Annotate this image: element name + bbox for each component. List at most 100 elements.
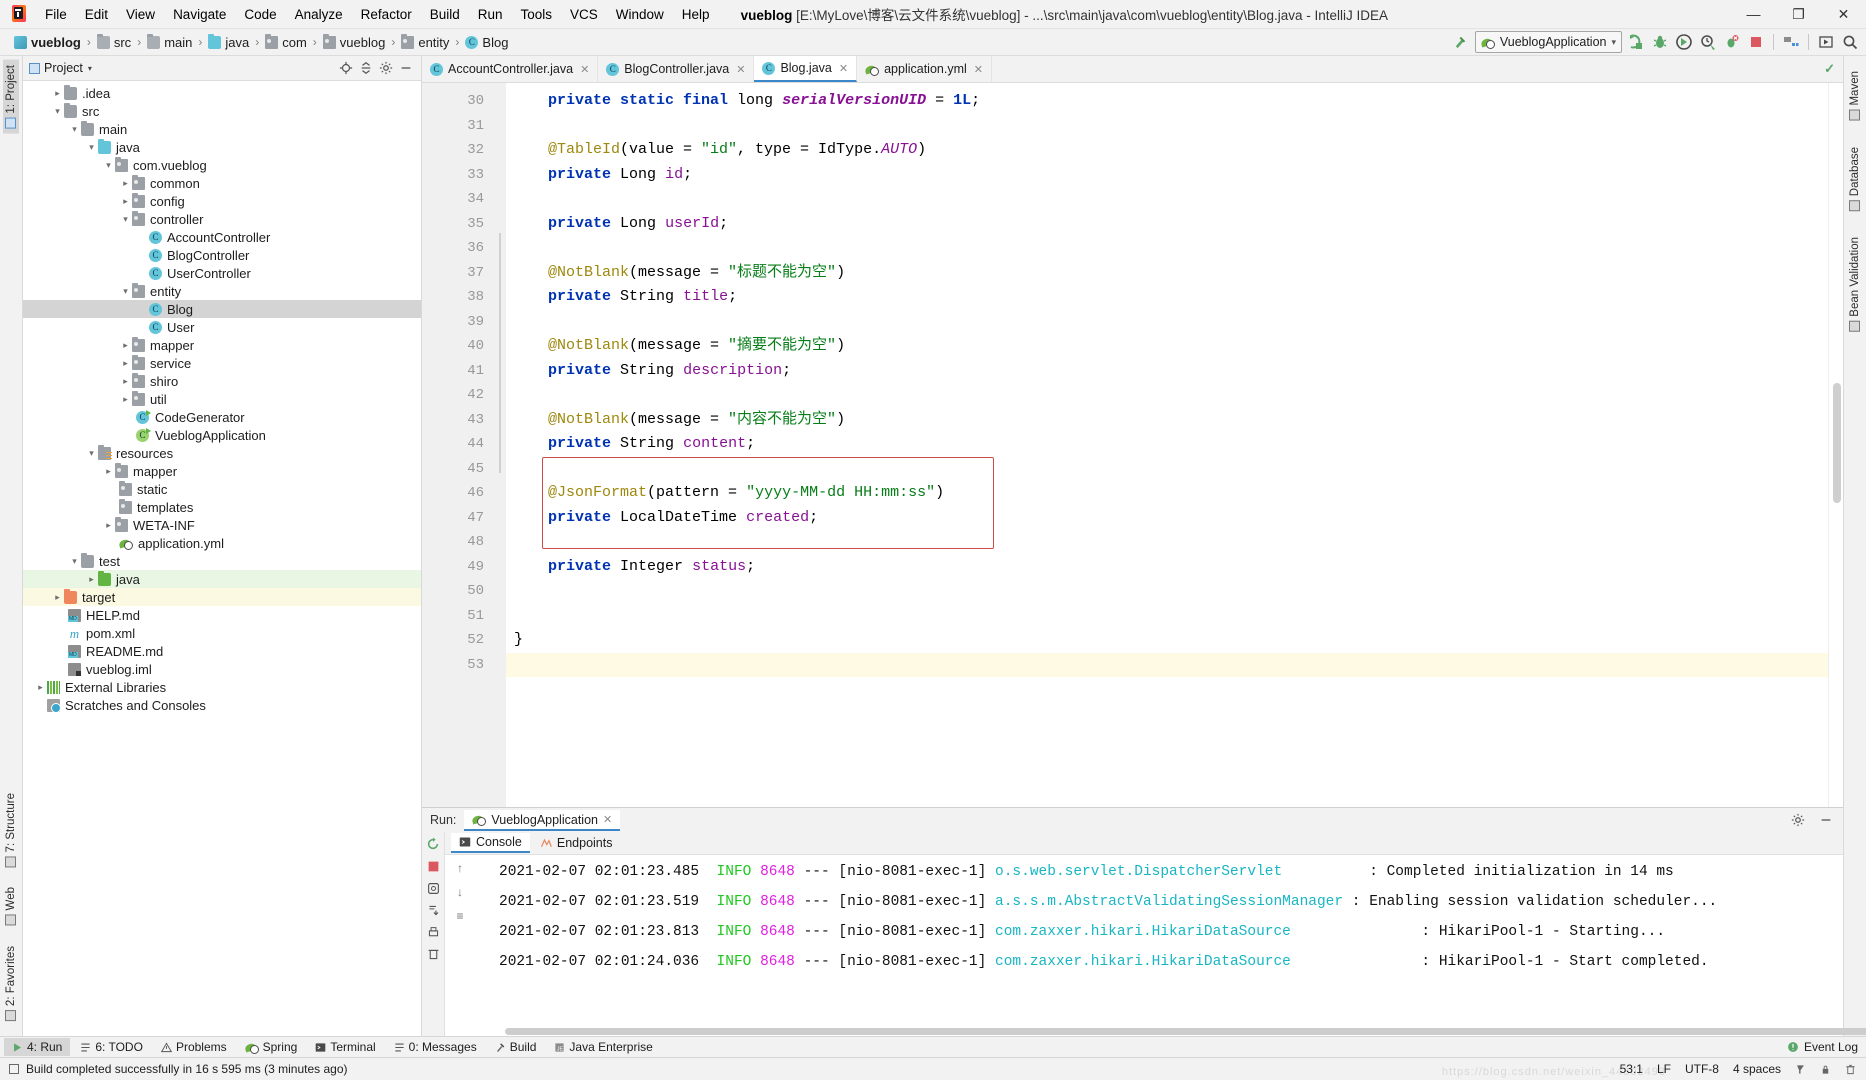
chevron-right-icon[interactable] [34, 682, 47, 693]
tree-node-java-main[interactable]: java [23, 138, 421, 156]
breadcrumb-item-main[interactable]: main [143, 33, 196, 51]
tree-node-scratches[interactable]: Scratches and Consoles [23, 696, 421, 714]
debug-button[interactable] [1650, 32, 1670, 52]
tool-window-run[interactable]: 4: Run [4, 1038, 71, 1056]
chevron-right-icon[interactable] [102, 520, 115, 531]
close-icon[interactable]: ✕ [839, 62, 848, 75]
chevron-down-icon[interactable] [68, 556, 81, 567]
tree-node-blogcontroller[interactable]: C BlogController [23, 246, 421, 264]
tool-window-problems[interactable]: Problems [153, 1038, 235, 1056]
chevron-down-icon[interactable] [119, 214, 132, 225]
tree-node-vueblogapplication[interactable]: C VueblogApplication [23, 426, 421, 444]
close-icon[interactable]: ✕ [974, 63, 983, 76]
build-hammer-icon[interactable] [1451, 32, 1471, 52]
dump-threads-icon[interactable] [427, 882, 440, 895]
lock-icon[interactable] [1820, 1064, 1831, 1075]
tool-window-database[interactable]: Database [1847, 142, 1863, 216]
collapse-all-icon[interactable] [357, 59, 375, 77]
tree-node-entity[interactable]: entity [23, 282, 421, 300]
tool-window-java-enterprise[interactable]: JE Java Enterprise [546, 1038, 660, 1056]
tab-endpoints[interactable]: Endpoints [532, 834, 621, 852]
menu-tools[interactable]: Tools [512, 4, 562, 25]
close-button[interactable]: ✕ [1821, 0, 1866, 28]
code-editor[interactable]: 30 31 32 33 34 35 36 37 38 39 40 41 42 4… [422, 83, 1843, 807]
menu-window[interactable]: Window [607, 4, 673, 25]
rerun-icon[interactable] [426, 837, 440, 851]
editor-scrollbar[interactable] [1828, 83, 1843, 807]
project-tree[interactable]: .idea src main java com.vueblog common c… [23, 81, 421, 1036]
chevron-right-icon[interactable] [85, 574, 98, 585]
chevron-down-icon[interactable]: ▾ [88, 64, 92, 73]
file-encoding[interactable]: UTF-8 [1685, 1062, 1719, 1076]
console-horizontal-scrollbar[interactable] [445, 1027, 1866, 1036]
tree-node-vueblog-iml[interactable]: vueblog.iml [23, 660, 421, 678]
menu-refactor[interactable]: Refactor [352, 4, 421, 25]
tree-node-com-vueblog[interactable]: com.vueblog [23, 156, 421, 174]
run-config-tab[interactable]: VueblogApplication ✕ [464, 809, 621, 831]
editor-tab-blog[interactable]: C Blog.java ✕ [754, 56, 858, 82]
close-icon[interactable]: ✕ [736, 63, 745, 76]
chevron-down-icon[interactable] [51, 106, 64, 117]
line-separator[interactable]: LF [1657, 1062, 1671, 1076]
log-logger[interactable]: o.s.web.servlet.DispatcherServlet [995, 864, 1282, 880]
breadcrumb-item-blog[interactable]: C Blog [461, 34, 512, 51]
tree-node-controller[interactable]: controller [23, 210, 421, 228]
tool-window-web[interactable]: Web [3, 882, 19, 930]
chevron-right-icon[interactable] [119, 376, 132, 387]
menu-build[interactable]: Build [421, 4, 469, 25]
tree-node-static[interactable]: static [23, 480, 421, 498]
close-icon[interactable]: ✕ [603, 813, 612, 826]
breadcrumb-item-src[interactable]: src [93, 33, 135, 51]
tree-node-java-test[interactable]: java [23, 570, 421, 588]
editor-tab-accountcontroller[interactable]: C AccountController.java ✕ [422, 56, 599, 82]
event-log-button[interactable]: Event Log [1787, 1040, 1858, 1054]
tree-node-readme-md[interactable]: README.md [23, 642, 421, 660]
run-button[interactable] [1626, 32, 1646, 52]
vcs-branch-icon[interactable] [1795, 1064, 1806, 1075]
profile-button[interactable] [1698, 32, 1718, 52]
tree-node-util[interactable]: util [23, 390, 421, 408]
editor-tab-application-yml[interactable]: application.yml ✕ [857, 56, 992, 82]
log-logger[interactable]: a.s.s.m.AbstractValidatingSessionManager [995, 894, 1343, 910]
locate-icon[interactable] [337, 59, 355, 77]
chevron-right-icon[interactable] [119, 178, 132, 189]
stop-bug-icon[interactable] [1722, 32, 1742, 52]
tree-node-common[interactable]: common [23, 174, 421, 192]
code-folding-gutter[interactable] [494, 83, 506, 807]
tree-node-blog[interactable]: C Blog [23, 300, 421, 318]
tree-node-templates[interactable]: templates [23, 498, 421, 516]
editor-tab-blogcontroller[interactable]: C BlogController.java ✕ [598, 56, 755, 82]
tool-window-spring[interactable]: Spring [237, 1038, 306, 1056]
chevron-right-icon[interactable] [119, 196, 132, 207]
menu-edit[interactable]: Edit [76, 4, 117, 25]
chevron-right-icon[interactable] [119, 340, 132, 351]
gear-icon[interactable] [1789, 811, 1807, 829]
chevron-right-icon[interactable] [102, 466, 115, 477]
chevron-right-icon[interactable] [119, 394, 132, 405]
tree-node-usercontroller[interactable]: C UserController [23, 264, 421, 282]
menu-view[interactable]: View [117, 4, 164, 25]
scroll-to-end-icon[interactable] [427, 904, 440, 917]
menu-help[interactable]: Help [673, 4, 719, 25]
tree-node-idea[interactable]: .idea [23, 84, 421, 102]
scrollbar-thumb[interactable] [1833, 383, 1841, 503]
tool-window-structure[interactable]: 7: Structure [3, 788, 19, 872]
tree-node-target[interactable]: target [23, 588, 421, 606]
tool-window-favorites[interactable]: 2: Favorites [3, 941, 19, 1026]
minimize-button[interactable]: — [1731, 0, 1776, 28]
tree-node-resources[interactable]: resources [23, 444, 421, 462]
trash-icon[interactable] [1845, 1064, 1856, 1075]
tool-window-terminal[interactable]: Terminal [307, 1038, 383, 1056]
chevron-down-icon[interactable] [102, 160, 115, 171]
tree-node-accountcontroller[interactable]: C AccountController [23, 228, 421, 246]
chevron-down-icon[interactable] [85, 142, 98, 153]
chevron-down-icon[interactable] [119, 286, 132, 297]
console-output[interactable]: 2021-02-07 02:01:23.485 INFO 8648 --- [n… [475, 855, 1843, 1027]
project-structure-button[interactable] [1781, 32, 1801, 52]
log-logger[interactable]: com.zaxxer.hikari.HikariDataSource [995, 924, 1291, 940]
tool-window-build[interactable]: Build [487, 1038, 545, 1056]
log-logger[interactable]: com.zaxxer.hikari.HikariDataSource [995, 954, 1291, 970]
tree-node-mapper[interactable]: mapper [23, 336, 421, 354]
search-everywhere-icon[interactable] [1840, 32, 1860, 52]
run-configuration-selector[interactable]: VueblogApplication ▾ [1474, 31, 1622, 53]
